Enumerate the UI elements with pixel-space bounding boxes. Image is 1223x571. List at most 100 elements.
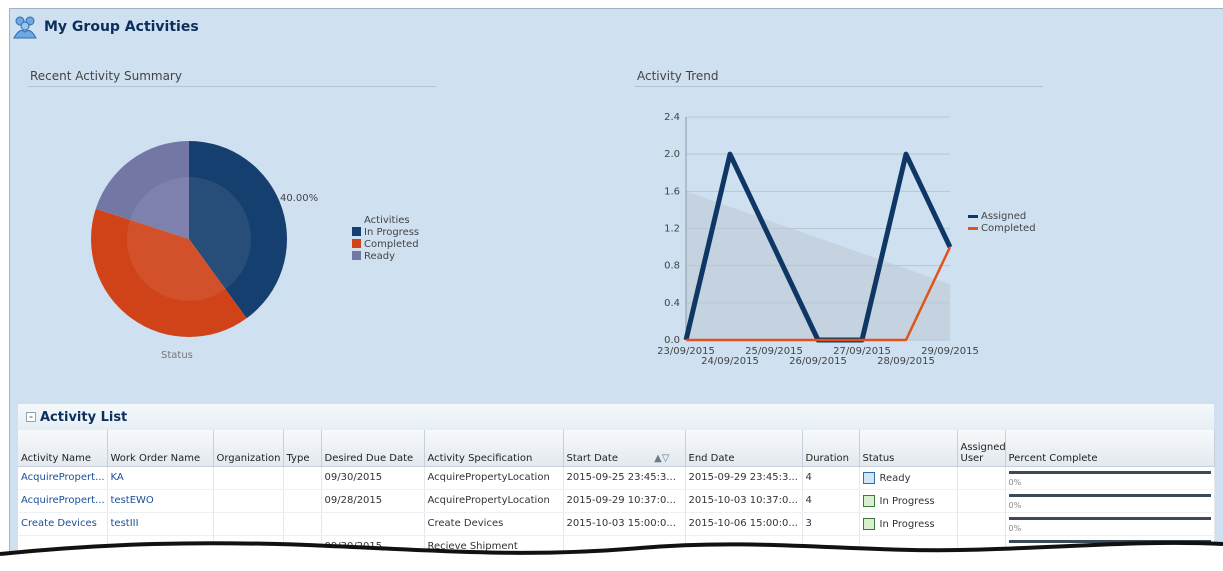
table-row[interactable]: AcquirePropert... testEWO 09/28/2015 Acquir… (18, 489, 1215, 513)
page-title: My Group Activities (44, 19, 199, 35)
col-percent-complete[interactable]: Percent Complete (1005, 430, 1215, 467)
table-row[interactable]: AcquirePropert... KA 09/30/2015 AcquireProp… (18, 466, 1215, 490)
table-header-row: Activity Name Work Order Name Organizati… (18, 430, 1215, 467)
activity-summary-pie-chart: 40.00%40.00%20.00%ActivitiesIn ProgressC… (91, 141, 419, 337)
col-start-date[interactable]: Start Date ▲▽ (563, 430, 686, 467)
col-work-order-name[interactable]: Work Order Name (107, 430, 214, 467)
cell-activity[interactable]: AcquirePropert... (18, 489, 108, 513)
status-text: In Progress (879, 518, 935, 530)
cell-spec: AcquirePropertyLocation (424, 489, 564, 513)
cell-start: 2015-10-03 15:00:0... (563, 512, 686, 536)
pie-legend-swatch (352, 239, 361, 248)
cell-work-order[interactable]: KA (107, 466, 214, 490)
cell-work-order[interactable]: testEWO (107, 489, 214, 513)
cell-assigned-user (957, 512, 1006, 536)
cell-end: 2015-10-03 10:37:0... (685, 489, 803, 513)
status-text: In Progress (879, 495, 935, 507)
summary-divider (28, 86, 436, 87)
percent-complete-bar (1008, 516, 1211, 520)
status-text: Ready (879, 472, 911, 484)
in-progress-icon (862, 494, 875, 507)
pie-legend-item: Ready (364, 251, 395, 262)
cell-organization (213, 466, 284, 490)
cell-start: 2015-09-29 10:37:0... (563, 489, 686, 513)
region-header: My Group Activities (12, 13, 199, 41)
y-tick-label: 2.0 (664, 149, 680, 160)
col-duration[interactable]: Duration (802, 430, 860, 467)
pie-label-in-progress: 40.00% (280, 193, 318, 204)
trend-panel-title: Activity Trend (637, 69, 719, 83)
trend-legend-swatch (968, 227, 978, 230)
y-tick-label: 1.6 (664, 186, 680, 197)
table-row[interactable]: Create Devices testIII Create Devices 2015-… (18, 512, 1215, 536)
col-assigned-user[interactable]: Assigned User (957, 430, 1006, 467)
cell-status: In Progress (859, 489, 958, 513)
cell-assigned-user (957, 489, 1006, 513)
col-desired-due-date[interactable]: Desired Due Date (321, 430, 425, 467)
ready-icon (862, 471, 875, 484)
pie-legend-swatch (352, 251, 361, 260)
pie-status-label: Status (161, 350, 193, 361)
cell-duration: 3 (802, 512, 860, 536)
col-status[interactable]: Status (859, 430, 958, 467)
percent-complete-bar (1008, 493, 1211, 497)
pie-legend-title: Activities (364, 215, 410, 226)
pie-legend-swatch (352, 227, 361, 236)
cell-spec: AcquirePropertyLocation (424, 466, 564, 490)
cell-work-order[interactable]: testIII (107, 512, 214, 536)
cell-end: 2015-10-06 15:00:0... (685, 512, 803, 536)
col-end-date[interactable]: End Date (685, 430, 803, 467)
x-tick-label: 26/09/2015 (789, 356, 847, 367)
y-tick-label: 0.4 (664, 298, 680, 309)
cell-status: Ready (859, 466, 958, 490)
percent-complete-bar (1008, 470, 1211, 474)
x-tick-label: 24/09/2015 (701, 356, 759, 367)
cell-percent-complete: 0% (1005, 489, 1215, 513)
cell-type (283, 489, 322, 513)
activity-trend-line-chart: 0.00.40.81.21.62.02.423/09/201524/09/201… (657, 112, 1035, 367)
cell-type (283, 512, 322, 536)
cell-duration: 4 (802, 489, 860, 513)
cell-due: 09/30/2015 (321, 466, 425, 490)
in-progress-icon (862, 517, 875, 530)
summary-panel-title: Recent Activity Summary (30, 69, 182, 83)
y-tick-label: 1.2 (664, 224, 680, 235)
cell-start: 2015-09-25 23:45:3... (563, 466, 686, 490)
percent-complete-text: 0% (1008, 523, 1022, 533)
trend-divider (635, 86, 1043, 87)
y-tick-label: 0.0 (664, 335, 680, 346)
cell-duration: 4 (802, 466, 860, 490)
torn-edge (0, 540, 1223, 571)
cell-due: 09/28/2015 (321, 489, 425, 513)
trend-legend-swatch (968, 215, 978, 218)
percent-complete-text: 0% (1008, 500, 1022, 510)
cell-activity[interactable]: Create Devices (18, 512, 108, 536)
cell-type (283, 466, 322, 490)
x-tick-label: 29/09/2015 (921, 346, 979, 357)
sort-arrows-icon[interactable]: ▲▽ (654, 453, 669, 464)
cell-organization (213, 512, 284, 536)
pie-legend-item: In Progress (364, 227, 419, 238)
col-activity-name[interactable]: Activity Name (18, 430, 108, 467)
col-organization[interactable]: Organization (213, 430, 284, 467)
y-tick-label: 2.4 (664, 112, 680, 123)
pie-highlight (127, 177, 251, 301)
col-start-date-label: Start Date (566, 452, 619, 464)
cell-due (321, 512, 425, 536)
cell-spec: Create Devices (424, 512, 564, 536)
x-tick-label: 28/09/2015 (877, 356, 935, 367)
trend-legend-item: Assigned (981, 211, 1026, 222)
percent-complete-text: 0% (1008, 477, 1022, 487)
cell-status: In Progress (859, 512, 958, 536)
col-activity-specification[interactable]: Activity Specification (424, 430, 564, 467)
cell-percent-complete: 0% (1005, 512, 1215, 536)
y-tick-label: 0.8 (664, 261, 680, 272)
cell-percent-complete: 0% (1005, 466, 1215, 490)
cell-activity[interactable]: AcquirePropert... (18, 466, 108, 490)
col-type[interactable]: Type (283, 430, 322, 467)
collapse-icon[interactable]: – (26, 412, 36, 422)
cell-organization (213, 489, 284, 513)
activity-list-title: Activity List (40, 409, 128, 425)
group-icon (13, 16, 37, 39)
activity-list-header[interactable]: – Activity List (18, 404, 1214, 430)
